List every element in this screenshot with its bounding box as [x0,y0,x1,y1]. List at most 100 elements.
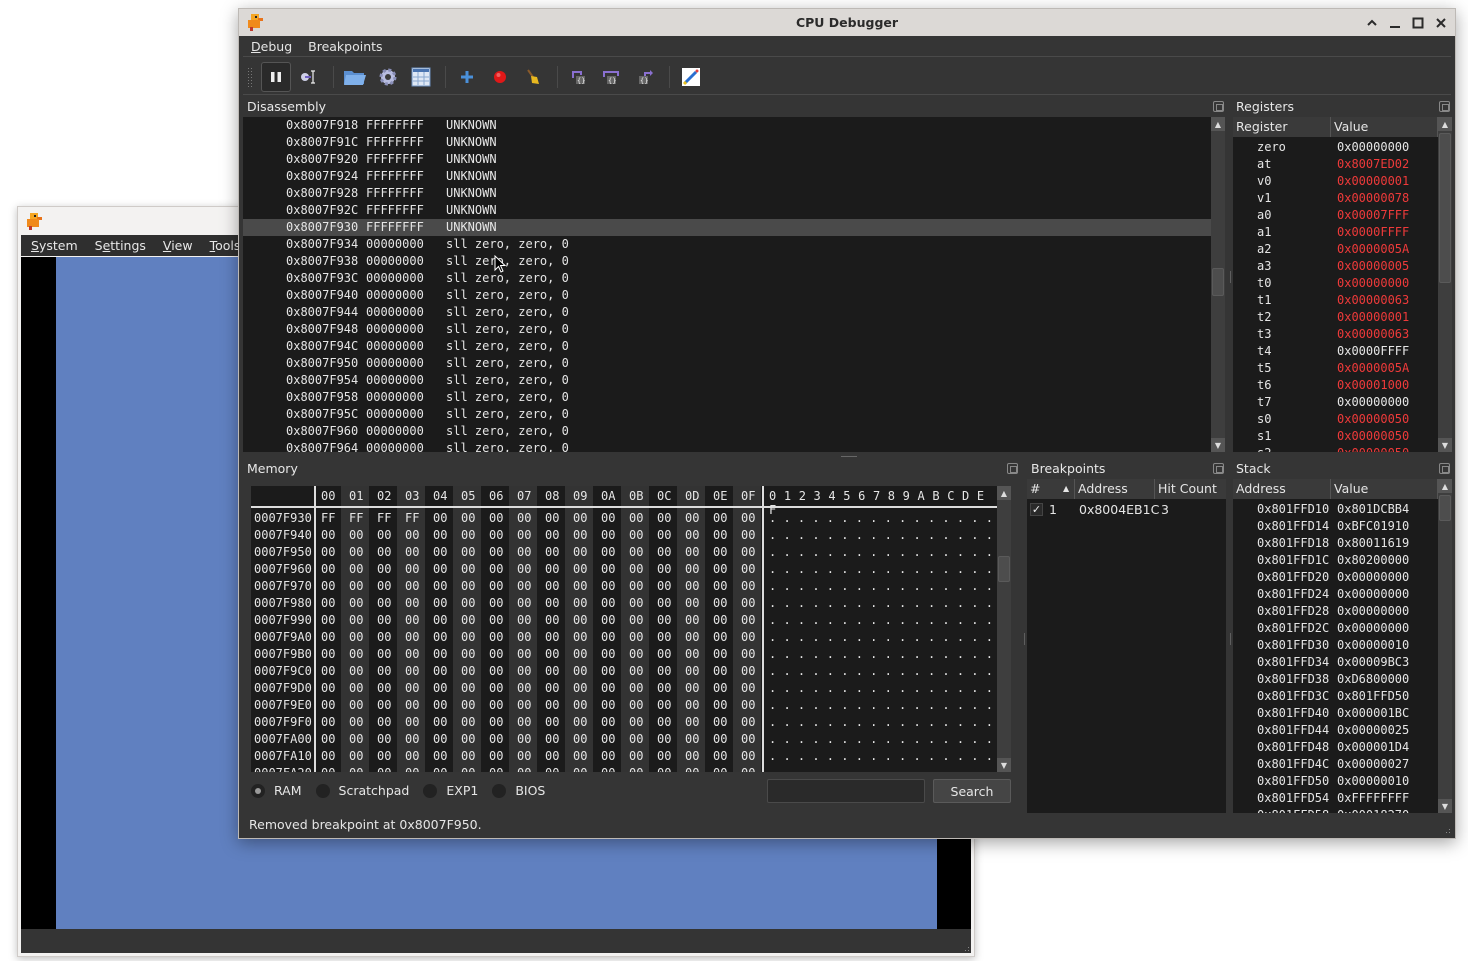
memory-byte[interactable]: 00 [573,766,587,772]
column-register[interactable]: Register [1233,117,1331,137]
memory-byte[interactable]: 00 [377,698,391,712]
memory-byte[interactable]: 00 [657,664,671,678]
memory-byte[interactable]: 00 [657,749,671,763]
float-dock-icon[interactable] [1007,463,1018,474]
memory-byte[interactable]: 00 [489,715,503,729]
memory-byte[interactable]: 00 [377,766,391,772]
memory-byte[interactable]: 00 [601,579,615,593]
memory-byte[interactable]: 00 [601,664,615,678]
memory-byte[interactable]: 00 [489,579,503,593]
memory-byte[interactable]: 00 [573,528,587,542]
memory-byte[interactable]: 00 [629,715,643,729]
memory-byte[interactable]: 00 [685,562,699,576]
memory-byte[interactable]: 00 [405,715,419,729]
disassembly-row[interactable]: 0x8007F93C 00000000 sll zero, zero, 0 [243,270,1211,287]
register-row[interactable]: t4 0x0000FFFF [1233,343,1438,360]
memory-byte[interactable]: 00 [321,579,335,593]
disassembly-row[interactable]: 0x8007F934 00000000 sll zero, zero, 0 [243,236,1211,253]
memory-byte[interactable]: 00 [573,732,587,746]
memory-byte[interactable]: 00 [349,630,363,644]
memory-byte[interactable]: 00 [321,749,335,763]
disassembly-row[interactable]: 0x8007F940 00000000 sll zero, zero, 0 [243,287,1211,304]
memory-byte[interactable]: 00 [517,766,531,772]
breakpoint-row[interactable]: ✓ 1 0x8004EB1C 3 [1027,501,1226,518]
radio-button[interactable] [423,783,438,798]
memory-byte[interactable]: 00 [433,715,447,729]
memory-byte[interactable]: 00 [573,596,587,610]
memory-byte[interactable]: 00 [741,664,755,678]
register-value[interactable]: 0x0000005A [1337,360,1409,377]
memory-byte[interactable]: 00 [321,528,335,542]
stack-row[interactable]: 0x801FFD44 0x00000025 [1233,722,1438,739]
memory-byte[interactable]: 00 [713,613,727,627]
run-to-cursor-button[interactable] [294,62,324,92]
float-dock-icon[interactable] [1439,463,1450,474]
memory-byte[interactable]: 00 [713,715,727,729]
memory-byte[interactable]: 00 [405,562,419,576]
memory-byte[interactable]: 00 [489,664,503,678]
memory-byte[interactable]: 00 [629,528,643,542]
register-row[interactable]: t0 0x00000000 [1233,275,1438,292]
menu-breakpoints[interactable]: Breakpoints [300,39,390,54]
memory-byte[interactable]: 00 [489,681,503,695]
memory-byte[interactable]: 00 [573,681,587,695]
memory-byte[interactable]: 00 [713,596,727,610]
scroll-thumb[interactable] [1439,133,1451,283]
float-dock-icon[interactable] [1213,463,1224,474]
region-radio-scratchpad[interactable]: Scratchpad [315,783,409,798]
memory-byte[interactable]: 00 [349,664,363,678]
disassembly-row[interactable]: 0x8007F92C FFFFFFFF UNKNOWN [243,202,1211,219]
memory-byte[interactable]: 00 [601,511,615,525]
memory-byte[interactable]: 00 [433,664,447,678]
memory-byte[interactable]: 00 [461,596,475,610]
register-value[interactable]: 0x0000FFFF [1337,343,1409,360]
register-row[interactable]: t1 0x00000063 [1233,292,1438,309]
memory-byte[interactable]: 00 [545,732,559,746]
register-value[interactable]: 0x00000050 [1337,445,1409,452]
memory-byte[interactable]: 00 [377,596,391,610]
memory-byte[interactable]: 00 [489,630,503,644]
region-radio-ram[interactable]: RAM [251,783,302,798]
memory-byte[interactable]: 00 [713,647,727,661]
memory-byte[interactable]: 00 [433,681,447,695]
scroll-down-icon[interactable]: ▼ [1438,799,1452,813]
memory-byte[interactable]: 00 [657,528,671,542]
memory-byte[interactable]: 00 [349,715,363,729]
memory-byte[interactable]: 00 [713,579,727,593]
memory-byte[interactable]: 00 [489,766,503,772]
memory-byte[interactable]: 00 [713,664,727,678]
memory-byte[interactable]: 00 [545,511,559,525]
search-button[interactable]: Search [933,779,1011,803]
register-value[interactable]: 0x00000050 [1337,411,1409,428]
memory-byte[interactable]: FF [377,511,391,525]
memory-byte[interactable]: 00 [573,613,587,627]
memory-byte[interactable]: 00 [433,545,447,559]
registers-scrollbar[interactable]: ▲ ▼ [1438,117,1452,452]
minimize-button[interactable] [1386,14,1404,32]
memory-byte[interactable]: FF [349,511,363,525]
menu-debug[interactable]: Debug [243,39,300,54]
memory-byte[interactable]: 00 [713,766,727,772]
memory-byte[interactable]: 00 [377,749,391,763]
memory-byte[interactable]: 00 [741,698,755,712]
register-value[interactable]: 0x00001000 [1337,377,1409,394]
column-address[interactable]: Address [1075,479,1155,499]
memory-byte[interactable]: 00 [545,766,559,772]
memory-byte[interactable]: FF [405,511,419,525]
step-into-button[interactable]: {} [564,62,594,92]
memory-byte[interactable]: 00 [377,630,391,644]
stack-row[interactable]: 0x801FFD10 0x801DCBB4 [1233,501,1438,518]
register-row[interactable]: s2 0x00000050 [1233,445,1438,452]
register-row[interactable]: t7 0x00000000 [1233,394,1438,411]
memory-byte[interactable]: 00 [685,732,699,746]
memory-byte[interactable]: 00 [405,664,419,678]
memory-byte[interactable]: 00 [629,545,643,559]
memory-byte[interactable]: FF [321,511,335,525]
memory-byte[interactable]: 00 [461,647,475,661]
memory-byte[interactable]: 00 [405,579,419,593]
memory-byte[interactable]: 00 [657,681,671,695]
register-value[interactable]: 0x00000001 [1337,309,1409,326]
memory-byte[interactable]: 00 [685,698,699,712]
stack-table[interactable]: Address Value 0x801FFD10 0x801DCBB4 0x801F… [1233,479,1438,813]
column-value[interactable]: Value [1331,479,1438,499]
